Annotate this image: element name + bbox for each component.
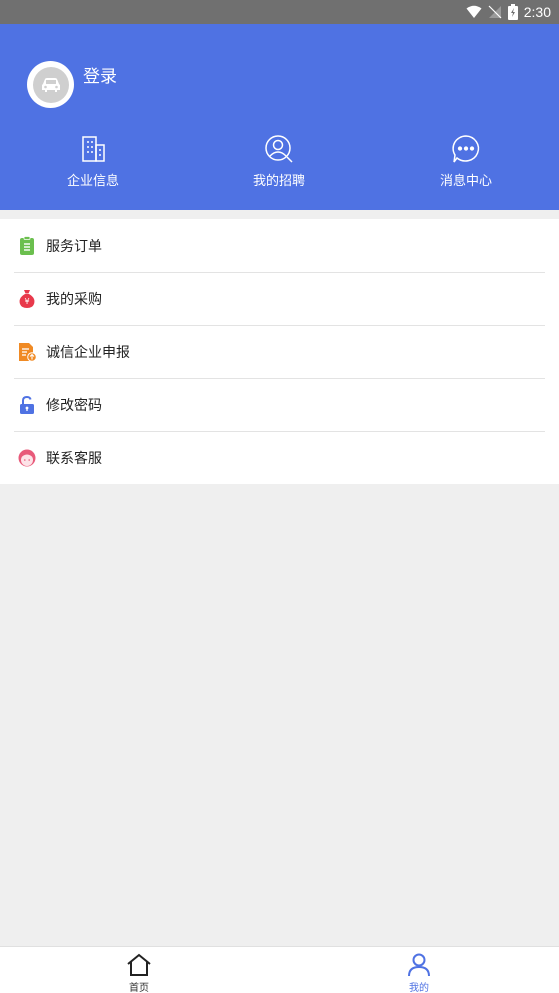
document-upload-icon [19,342,37,362]
profile-icon [408,953,430,977]
status-bar: 2:30 [0,0,559,24]
avatar-placeholder [32,66,69,103]
menu-item-label: 我的采购 [46,291,102,308]
quick-link-label: 消息中心 [439,174,492,189]
menu-item-service-orders[interactable]: 服务订单 [0,219,559,272]
chat-bubble-icon [452,135,480,163]
profile-header: 登录 企业信息 我的招聘 消息中心 [0,24,559,210]
user-search-icon [265,135,293,163]
car-icon [41,77,60,92]
clipboard-icon [20,235,34,255]
money-bag-icon: ¥ [19,289,35,308]
tab-home[interactable]: 首页 [109,953,169,993]
status-icons: 2:30 [466,3,551,21]
quick-link-company-info[interactable]: 企业信息 [33,134,153,189]
building-icon [82,136,105,162]
tab-label: 首页 [129,983,149,993]
menu-item-credit-enterprise-declaration[interactable]: 诚信企业申报 [0,325,559,378]
menu-item-label: 诚信企业申报 [46,344,130,361]
avatar[interactable] [27,61,74,108]
status-time: 2:30 [523,4,551,20]
svg-text:¥: ¥ [24,297,29,306]
home-icon [127,953,151,976]
menu-item-label: 服务订单 [46,238,102,255]
menu-item-label: 联系客服 [46,450,102,467]
unlock-icon [20,395,34,414]
menu-item-contact-customer-service[interactable]: 联系客服 [0,431,559,484]
bottom-tab-bar: 首页 我的 [0,946,559,993]
menu-item-label: 修改密码 [46,397,102,414]
battery-icon [507,4,518,20]
quick-link-message-center[interactable]: 消息中心 [406,134,526,189]
menu-item-my-purchases[interactable]: ¥ 我的采购 [0,272,559,325]
tab-mine[interactable]: 我的 [389,953,449,993]
no-signal-icon [488,5,502,19]
quick-link-label: 企业信息 [66,174,119,189]
quick-link-my-recruitment[interactable]: 我的招聘 [219,134,339,189]
customer-service-icon [18,449,36,466]
login-link[interactable]: 登录 [83,62,117,87]
quick-link-label: 我的招聘 [252,174,305,189]
menu-item-change-password[interactable]: 修改密码 [0,378,559,431]
menu-list: 服务订单 ¥ 我的采购 诚信企业申报 修改密码 联系客服 [0,219,559,484]
wifi-icon [466,5,482,18]
tab-label: 我的 [409,983,429,993]
